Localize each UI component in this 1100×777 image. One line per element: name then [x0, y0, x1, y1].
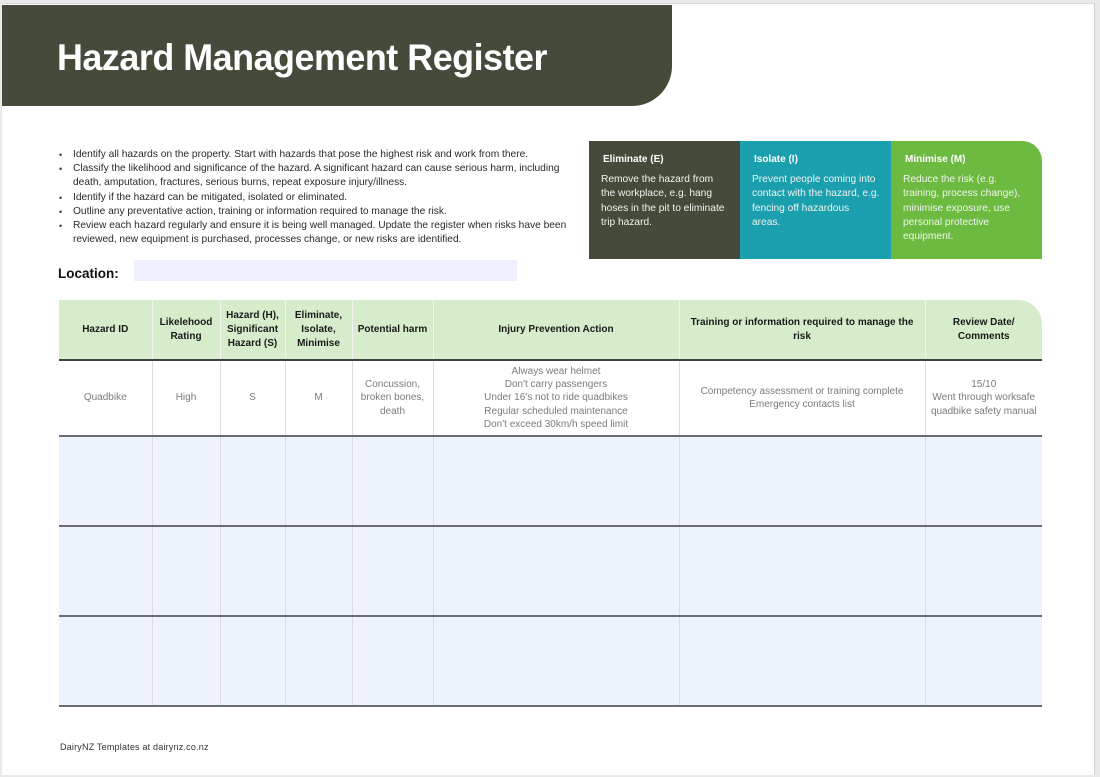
eliminate-description: Remove the hazard from the workplace, e.…: [601, 174, 725, 228]
empty-cell[interactable]: [433, 616, 680, 707]
prevention-line: Regular scheduled maintenance: [484, 405, 628, 417]
training-line: Emergency contacts list: [749, 399, 855, 410]
cell-training[interactable]: Competency assessment or training comple…: [679, 360, 926, 437]
table-row-blank: [59, 526, 1042, 617]
column-header-prevention-action: Injury Prevention Action: [433, 300, 680, 361]
table-row-blank: [59, 436, 1042, 527]
empty-cell[interactable]: [352, 616, 434, 707]
control-legend: Eliminate (E) Remove the hazard from the…: [589, 141, 1042, 259]
instruction-item: Identify all hazards on the property. St…: [57, 148, 577, 162]
empty-cell[interactable]: [679, 526, 926, 617]
table-row-example: Quadbike High S M Concussion, broken bon…: [59, 360, 1042, 437]
eliminate-title: Eliminate (E): [603, 154, 664, 165]
title-banner: Hazard Management Register: [2, 5, 672, 106]
minimise-title: Minimise (M): [905, 154, 966, 165]
isolate-title: Isolate (I): [754, 154, 798, 165]
isolate-description: Prevent people coming into contact with …: [752, 174, 880, 228]
hazard-register-table: Hazard ID Likelehood Rating Hazard (H), …: [59, 300, 1042, 707]
cell-review[interactable]: 15/10 Went through worksafe quadbike saf…: [925, 360, 1042, 437]
prevention-line: Under 16's not to ride quadbikes: [484, 392, 628, 404]
empty-cell[interactable]: [285, 436, 353, 527]
instructions-list: Identify all hazards on the property. St…: [57, 148, 577, 247]
empty-cell[interactable]: [59, 436, 153, 527]
eliminate-box: Eliminate (E) Remove the hazard from the…: [589, 141, 740, 259]
cell-hazard-id[interactable]: Quadbike: [59, 360, 153, 437]
cell-potential-harm[interactable]: Concussion, broken bones, death: [352, 360, 434, 437]
column-header-hazard-id: Hazard ID: [59, 300, 153, 361]
empty-cell[interactable]: [433, 526, 680, 617]
column-header-control: Eliminate, Isolate, Minimise: [285, 300, 353, 361]
empty-cell[interactable]: [679, 436, 926, 527]
instruction-item: Outline any preventative action, trainin…: [57, 205, 577, 219]
empty-cell[interactable]: [220, 436, 286, 527]
column-header-training: Training or information required to mana…: [679, 300, 926, 361]
document-page: Hazard Management Register Identify all …: [2, 3, 1095, 775]
location-label: Location:: [58, 266, 119, 281]
prevention-line: Always wear helmet: [511, 365, 601, 377]
footer-credit: DairyNZ Templates at dairynz.co.nz: [60, 742, 209, 752]
instruction-item: Identify if the hazard can be mitigated,…: [57, 191, 577, 205]
empty-cell[interactable]: [285, 526, 353, 617]
empty-cell[interactable]: [925, 616, 1042, 707]
cell-likelihood[interactable]: High: [152, 360, 221, 437]
instruction-item: Review each hazard regularly and ensure …: [57, 219, 577, 247]
table-row-blank: [59, 616, 1042, 707]
page-title: Hazard Management Register: [57, 37, 548, 78]
cell-control[interactable]: M: [285, 360, 353, 437]
location-input[interactable]: [134, 260, 517, 281]
empty-cell[interactable]: [285, 616, 353, 707]
empty-cell[interactable]: [352, 436, 434, 527]
minimise-description: Reduce the risk (e.g. training, process …: [903, 174, 1021, 243]
training-line: Competency assessment or training comple…: [700, 385, 904, 397]
table-header-row: Hazard ID Likelehood Rating Hazard (H), …: [59, 300, 1042, 361]
column-header-likelihood: Likelehood Rating: [152, 300, 221, 361]
column-header-hazard-type: Hazard (H), Significant Hazard (S): [220, 300, 286, 361]
review-line: 15/10: [971, 379, 997, 391]
instruction-item: Classify the likelihood and significance…: [57, 162, 577, 190]
prevention-line: Don't carry passengers: [504, 379, 608, 391]
empty-cell[interactable]: [220, 526, 286, 617]
isolate-box: Isolate (I) Prevent people coming into c…: [740, 141, 891, 259]
empty-cell[interactable]: [152, 616, 221, 707]
cell-hazard-type[interactable]: S: [220, 360, 286, 437]
empty-cell[interactable]: [152, 436, 221, 527]
empty-cell[interactable]: [59, 616, 153, 707]
empty-cell[interactable]: [152, 526, 221, 617]
empty-cell[interactable]: [925, 526, 1042, 617]
empty-cell[interactable]: [352, 526, 434, 617]
prevention-line: Don't exceed 30km/h speed limit: [483, 418, 629, 430]
empty-cell[interactable]: [59, 526, 153, 617]
review-line: Went through worksafe quadbike safety ma…: [930, 392, 1037, 417]
empty-cell[interactable]: [220, 616, 286, 707]
minimise-box: Minimise (M) Reduce the risk (e.g. train…: [891, 141, 1042, 259]
empty-cell[interactable]: [679, 616, 926, 707]
empty-cell[interactable]: [925, 436, 1042, 527]
column-header-potential-harm: Potential harm: [352, 300, 434, 361]
cell-prevention-action[interactable]: Always wear helmet Don't carry passenger…: [433, 360, 680, 437]
empty-cell[interactable]: [433, 436, 680, 527]
column-header-review: Review Date/ Comments: [925, 300, 1042, 361]
